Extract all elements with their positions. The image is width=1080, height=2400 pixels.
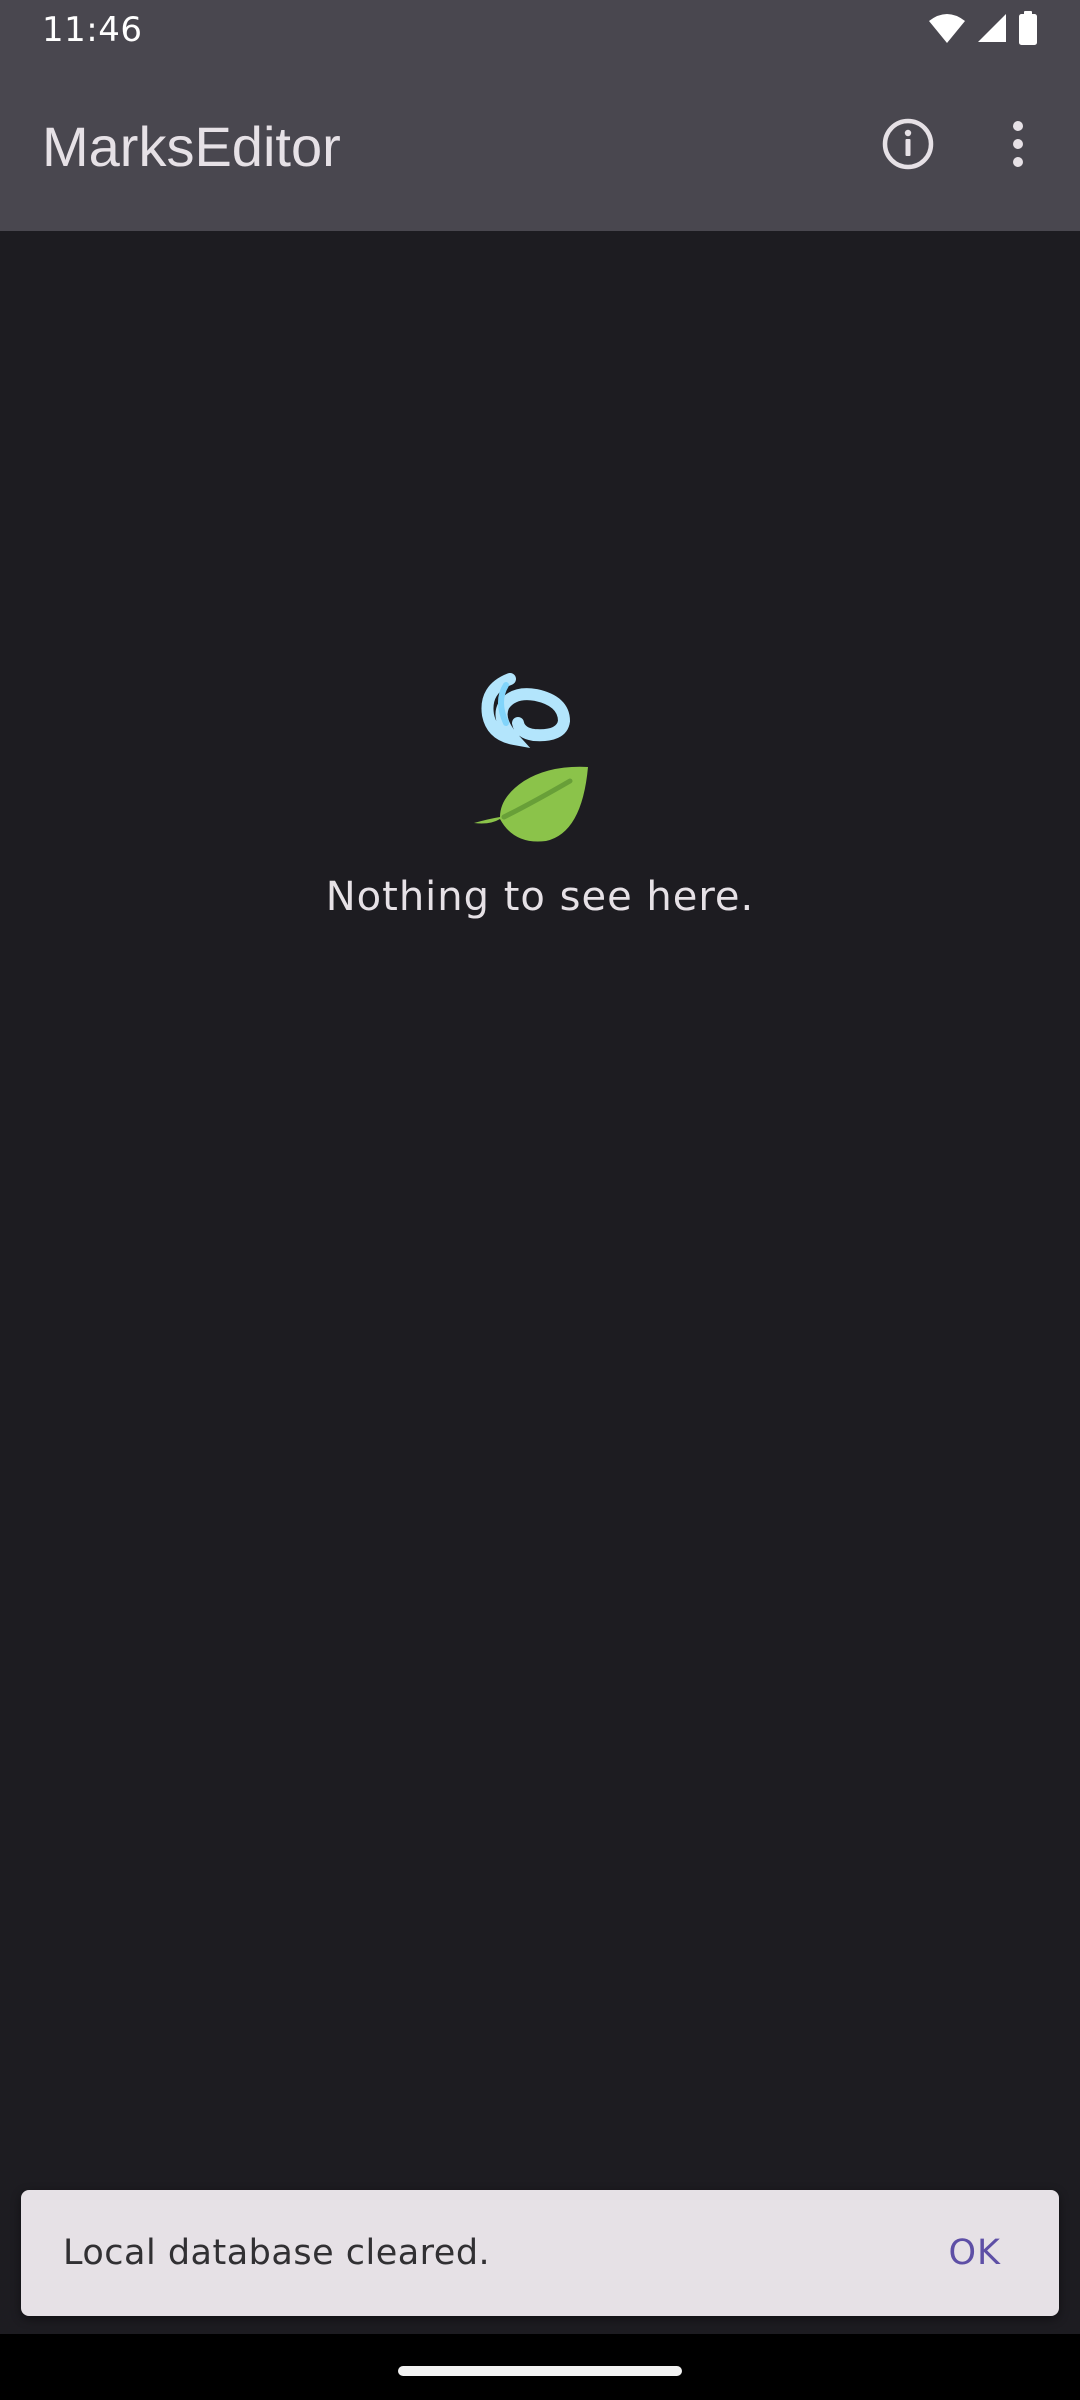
status-bar: 11:46	[0, 0, 1080, 61]
wind-leaf-icon	[470, 673, 610, 845]
empty-state-message: Nothing to see here.	[325, 874, 755, 920]
app-title: MarksEditor	[42, 115, 341, 178]
info-button[interactable]	[860, 98, 956, 194]
more-vert-icon	[1008, 119, 1028, 173]
snackbar-ok-button[interactable]: OK	[914, 2213, 1035, 2293]
signal-icon	[976, 12, 1008, 48]
status-time: 11:46	[42, 10, 143, 50]
snackbar: Local database cleared. OK	[21, 2190, 1059, 2316]
snackbar-message: Local database cleared.	[63, 2233, 491, 2273]
wifi-icon	[928, 12, 966, 48]
main-content: Nothing to see here.	[0, 231, 1080, 2334]
app-bar: MarksEditor	[0, 61, 1080, 231]
info-icon	[880, 116, 936, 176]
home-gesture-handle[interactable]	[398, 2366, 682, 2376]
navigation-bar	[0, 2334, 1080, 2400]
status-icons	[928, 11, 1038, 49]
more-options-button[interactable]	[970, 98, 1066, 194]
battery-icon	[1018, 11, 1038, 49]
